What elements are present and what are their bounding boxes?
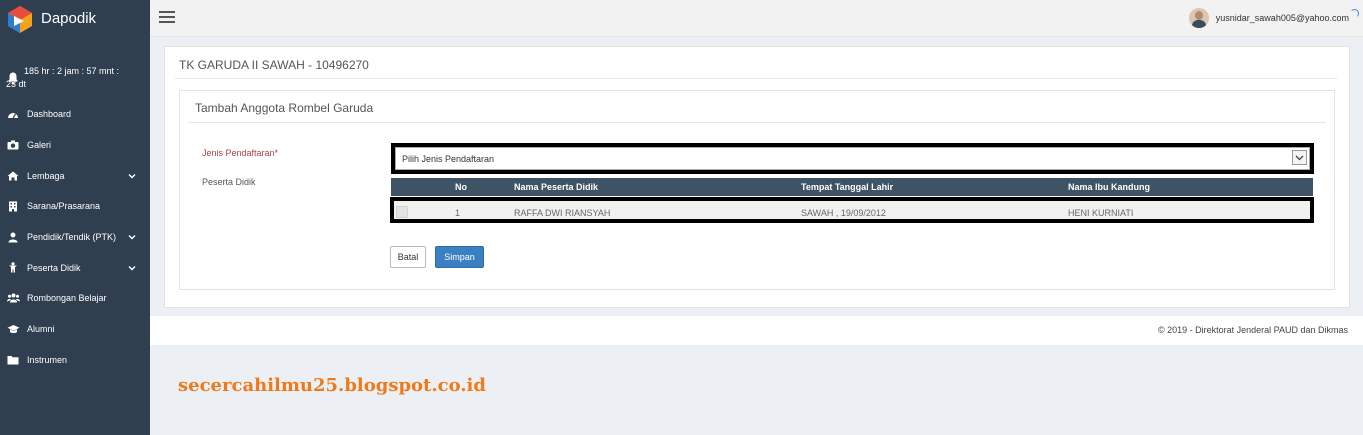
graduation-cap-icon (6, 323, 20, 335)
chevron-down-icon (128, 235, 136, 240)
sidebar-item-label: Peserta Didik (27, 262, 81, 273)
divider (188, 122, 1326, 123)
camera-icon (6, 139, 20, 151)
form-panel: Tambah Anggota Rombel Garuda Jenis Penda… (179, 90, 1335, 290)
peserta-didik-label: Peserta Didik (202, 177, 256, 187)
sidebar-item-instrumen[interactable]: Instrumen (0, 345, 150, 376)
sidebar-item-rombongan-belajar[interactable]: Rombongan Belajar (0, 283, 150, 314)
form-title: Tambah Anggota Rombel Garuda (195, 101, 374, 115)
sidebar-nav: Dashboard Galeri Lembaga Sarana/Prasaran… (0, 99, 150, 375)
countdown-timer: 185 hr : 2 jam : 57 mnt : 23 dt (0, 37, 150, 91)
sidebar-item-label: Dashboard (27, 109, 72, 120)
sidebar-item-label: Sarana/Prasarana (27, 201, 101, 212)
user-icon (6, 231, 20, 243)
col-header-no: No (455, 182, 467, 192)
sidebar-item-peserta-didik[interactable]: Peserta Didik (0, 252, 150, 283)
watermark-text: secercahilmu25.blogspot.co.id (178, 375, 486, 396)
col-header-ibu: Nama Ibu Kandung (1068, 182, 1151, 192)
table-row[interactable]: 1 RAFFA DWI RIANSYAH SAWAH , 19/09/2012 … (390, 197, 1314, 223)
content-panel: TK GARUDA II SAWAH - 10496270 Tambah Ang… (164, 46, 1350, 308)
sidebar-item-label: Galeri (27, 140, 52, 151)
chevron-down-icon (128, 265, 136, 271)
cell-nama: RAFFA DWI RIANSYAH (514, 208, 611, 218)
cell-ttl: SAWAH , 19/09/2012 (801, 208, 886, 218)
divider (175, 78, 1337, 79)
sidebar-item-label: Alumni (27, 324, 55, 335)
timer-line1: 185 hr : 2 jam : 57 mnt : (24, 66, 120, 76)
folder-icon (6, 354, 20, 366)
user-email: yusnidar_sawah005@yahoo.com (1215, 13, 1349, 23)
footer: © 2019 - Direktorat Jenderal PAUD dan Di… (150, 316, 1363, 345)
building-icon (6, 200, 20, 212)
timer-line2: 23 dt (6, 79, 27, 89)
sidebar-item-label: Lembaga (27, 170, 65, 181)
select-box[interactable]: Pilih Jenis Pendaftaran (395, 147, 1310, 170)
sidebar-item-galeri[interactable]: Galeri (0, 130, 150, 161)
sidebar-item-sarana-prasarana[interactable]: Sarana/Prasarana (0, 191, 150, 222)
row-checkbox[interactable] (396, 206, 408, 218)
users-icon (6, 292, 20, 304)
child-icon (6, 262, 20, 274)
chevron-down-icon (128, 173, 136, 179)
avatar (1188, 8, 1209, 28)
save-button[interactable]: Simpan (435, 246, 484, 268)
dapodik-logo-icon (8, 5, 32, 33)
sidebar-item-alumni[interactable]: Alumni (0, 314, 150, 345)
cell-ibu: HENI KURNIATI (1068, 208, 1134, 218)
jenis-pendaftaran-label: Jenis Pendaftaran* (202, 148, 279, 158)
cell-no: 1 (455, 208, 461, 218)
col-header-ttl: Tempat Tanggal Lahir (801, 182, 894, 192)
user-menu[interactable]: yusnidar_sawah005@yahoo.com (1188, 8, 1359, 28)
sidebar: Dapodik 185 hr : 2 jam : 57 mnt : 23 dt … (0, 0, 150, 435)
menu-toggle-icon[interactable] (159, 11, 175, 25)
brand[interactable]: Dapodik (0, 0, 150, 37)
topbar: yusnidar_sawah005@yahoo.com (150, 0, 1363, 37)
sidebar-item-pendidik-tendik[interactable]: Pendidik/Tendik (PTK) (0, 222, 150, 253)
footer-text: © 2019 - Direktorat Jenderal PAUD dan Di… (1157, 325, 1348, 335)
page-title: TK GARUDA II SAWAH - 10496270 (179, 58, 369, 72)
app-name: Dapodik (41, 10, 97, 27)
sidebar-item-label: Pendidik/Tendik (PTK) (27, 232, 117, 243)
col-header-nama: Nama Peserta Didik (514, 182, 599, 192)
sidebar-item-label: Instrumen (27, 354, 68, 365)
select-value: Pilih Jenis Pendaftaran (402, 153, 495, 164)
chevron-down-icon[interactable] (1292, 150, 1307, 165)
table-header: No Nama Peserta Didik Tempat Tanggal Lah… (391, 178, 1313, 196)
dashboard-icon (6, 108, 20, 120)
home-icon (6, 170, 20, 182)
sidebar-item-lembaga[interactable]: Lembaga (0, 160, 150, 191)
sidebar-item-dashboard[interactable]: Dashboard (0, 99, 150, 130)
sidebar-item-label: Rombongan Belajar (27, 293, 107, 304)
loading-spinner-icon (1350, 9, 1359, 18)
cancel-button[interactable]: Batal (390, 246, 426, 268)
jenis-pendaftaran-select[interactable]: Pilih Jenis Pendaftaran (391, 143, 1314, 174)
